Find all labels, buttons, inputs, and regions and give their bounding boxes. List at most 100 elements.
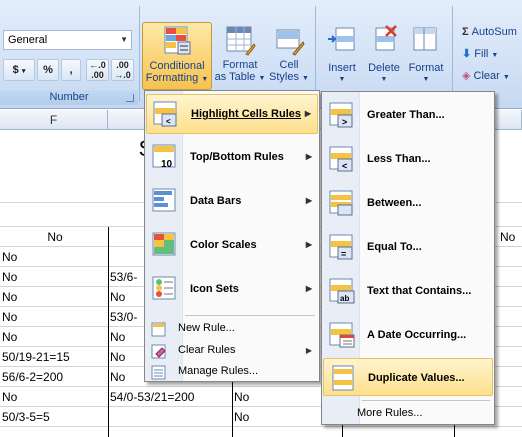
decrease-decimal-button[interactable]: .00 →.0 xyxy=(111,59,134,81)
fill-down-icon: ⬇ xyxy=(462,48,472,60)
menu-item-duplicate-values[interactable]: Duplicate Values... xyxy=(323,358,493,396)
duplicate-values-icon xyxy=(329,364,357,392)
sheet-cell[interactable]: No xyxy=(110,288,125,306)
format-button[interactable]: Format ▼ xyxy=(405,24,447,88)
format-as-table-button[interactable]: Format as Table ▼ xyxy=(214,24,266,88)
sheet-cell[interactable]: 50/3-5=5 xyxy=(2,408,50,426)
text-contains-icon: ab xyxy=(328,277,356,305)
icon-sets-icon xyxy=(151,275,179,303)
insert-button[interactable]: Insert ▼ xyxy=(322,24,362,88)
submenu-arrow-icon: ▶ xyxy=(305,240,312,249)
sheet-cell[interactable]: No xyxy=(110,348,125,366)
equal-to-icon: = xyxy=(328,233,356,261)
menu-item-more-rules[interactable]: More Rules... xyxy=(323,403,493,423)
clear-button[interactable]: ◈ Clear ▼ xyxy=(462,66,510,86)
clear-rules-icon xyxy=(150,342,168,360)
sheet-cell[interactable]: 53/6- xyxy=(110,268,137,286)
format-label: Format xyxy=(408,62,444,74)
conditional-formatting-label-2: Formatting ▼ xyxy=(145,72,209,84)
menu-item-greater-than[interactable]: > Greater Than... xyxy=(323,94,493,136)
cell-styles-icon xyxy=(273,24,305,56)
top-bottom-icon: 10 xyxy=(151,143,179,171)
sheet-cell[interactable]: No xyxy=(110,368,125,386)
sheet-cell[interactable]: No xyxy=(2,268,17,286)
menu-item-between[interactable]: Between... xyxy=(323,182,493,224)
submenu-arrow-icon: ▶ xyxy=(305,346,312,355)
sheet-cell[interactable]: No xyxy=(2,288,17,306)
svg-text:>: > xyxy=(342,117,347,127)
delete-label: Delete xyxy=(368,62,400,74)
format-cells-icon xyxy=(410,24,442,56)
conditional-formatting-button[interactable]: Conditional Formatting ▼ xyxy=(142,22,212,90)
menu-item-manage-rules[interactable]: Manage Rules... xyxy=(146,362,318,382)
currency-button[interactable]: $ ▾ xyxy=(3,59,35,81)
column-header-f[interactable]: F xyxy=(0,110,108,130)
menu-item-new-rule[interactable]: New Rule... xyxy=(146,318,318,340)
new-rule-icon xyxy=(150,320,168,338)
menu-item-equal-to[interactable]: = Equal To... xyxy=(323,226,493,268)
sheet-cell[interactable]: No xyxy=(234,408,249,426)
color-scales-icon xyxy=(151,231,179,259)
fill-button[interactable]: ⬇ Fill ▼ xyxy=(462,44,498,64)
greater-than-icon: > xyxy=(328,101,356,129)
sheet-cell[interactable]: 53/0- xyxy=(110,308,137,326)
format-as-table-label-2: as Table ▼ xyxy=(214,71,266,83)
autosum-button[interactable]: Σ AutoSum xyxy=(462,22,517,42)
menu-item-text-that-contains[interactable]: ab Text that Contains... xyxy=(323,270,493,312)
chevron-down-icon: ▼ xyxy=(120,35,128,44)
sheet-cell[interactable]: No xyxy=(2,248,17,266)
conditional-formatting-label-1: Conditional xyxy=(149,60,205,72)
sheet-cell[interactable]: 56/6-2=200 xyxy=(2,368,63,386)
between-icon xyxy=(328,189,356,217)
chevron-down-icon: ▼ xyxy=(338,76,346,83)
format-as-table-label-1: Format xyxy=(222,59,258,71)
cell-styles-button[interactable]: Cell Styles ▼ xyxy=(268,24,310,88)
sheet-cell[interactable]: No xyxy=(110,328,125,346)
eraser-icon: ◈ xyxy=(462,70,471,82)
delete-button[interactable]: Delete ▼ xyxy=(364,24,404,88)
insert-label: Insert xyxy=(328,62,356,74)
number-format-value: General xyxy=(8,34,48,46)
data-bars-icon xyxy=(151,187,179,215)
menu-item-highlight-cells-rules[interactable]: < Highlight Cells Rules ▶ xyxy=(146,94,318,134)
comma-style-button[interactable]: , xyxy=(61,59,81,81)
sheet-cell[interactable]: No xyxy=(2,328,17,346)
chevron-down-icon: ▼ xyxy=(422,76,430,83)
menu-item-icon-sets[interactable]: Icon Sets ▶ xyxy=(146,270,318,310)
submenu-arrow-icon: ▶ xyxy=(305,284,312,293)
svg-text:=: = xyxy=(341,249,346,259)
number-format-dropdown[interactable]: General ▼ xyxy=(3,30,132,50)
manage-rules-icon xyxy=(150,363,168,381)
svg-text:<: < xyxy=(166,117,171,126)
conditional-formatting-menu: < Highlight Cells Rules ▶ 10 Top/Bottom … xyxy=(144,90,320,382)
number-group: General ▼ $ ▾ % , ←.0 .00 .00 →.0 Number xyxy=(0,0,138,107)
highlight-cells-rules-submenu: > Greater Than... < Less Than... Between… xyxy=(321,91,495,425)
currency-dropdown-caret[interactable]: ▾ xyxy=(22,68,26,75)
submenu-arrow-icon: ▶ xyxy=(305,196,312,205)
menu-item-date-occurring[interactable]: A Date Occurring... xyxy=(323,314,493,356)
sheet-cell[interactable]: No xyxy=(2,388,17,406)
sheet-cell[interactable]: 54/0-53/21=200 xyxy=(110,388,194,406)
sheet-cell[interactable]: No xyxy=(2,308,17,326)
less-than-icon: < xyxy=(328,145,356,173)
percent-button[interactable]: % xyxy=(37,59,59,81)
sigma-icon: Σ xyxy=(462,26,469,38)
cell-styles-label-1: Cell xyxy=(279,59,299,71)
sheet-cell[interactable]: No xyxy=(500,228,515,246)
menu-separator xyxy=(185,315,315,316)
svg-text:ab: ab xyxy=(340,294,349,303)
sheet-cell[interactable]: No xyxy=(234,388,249,406)
menu-item-color-scales[interactable]: Color Scales ▶ xyxy=(146,226,318,266)
submenu-arrow-icon: ▶ xyxy=(304,109,311,118)
sheet-cell[interactable]: No xyxy=(2,228,108,246)
menu-item-less-than[interactable]: < Less Than... xyxy=(323,138,493,180)
group-separator xyxy=(315,6,316,102)
number-group-label: Number xyxy=(0,90,138,105)
menu-item-top-bottom-rules[interactable]: 10 Top/Bottom Rules ▶ xyxy=(146,138,318,178)
menu-item-data-bars[interactable]: Data Bars ▶ xyxy=(146,182,318,222)
menu-item-clear-rules[interactable]: Clear Rules ▶ xyxy=(146,340,318,362)
sheet-cell[interactable]: 50/19-21=15 xyxy=(2,348,70,366)
dialog-launcher-icon[interactable] xyxy=(126,94,134,102)
increase-decimal-button[interactable]: ←.0 .00 xyxy=(86,59,109,81)
menu-separator xyxy=(362,400,490,401)
